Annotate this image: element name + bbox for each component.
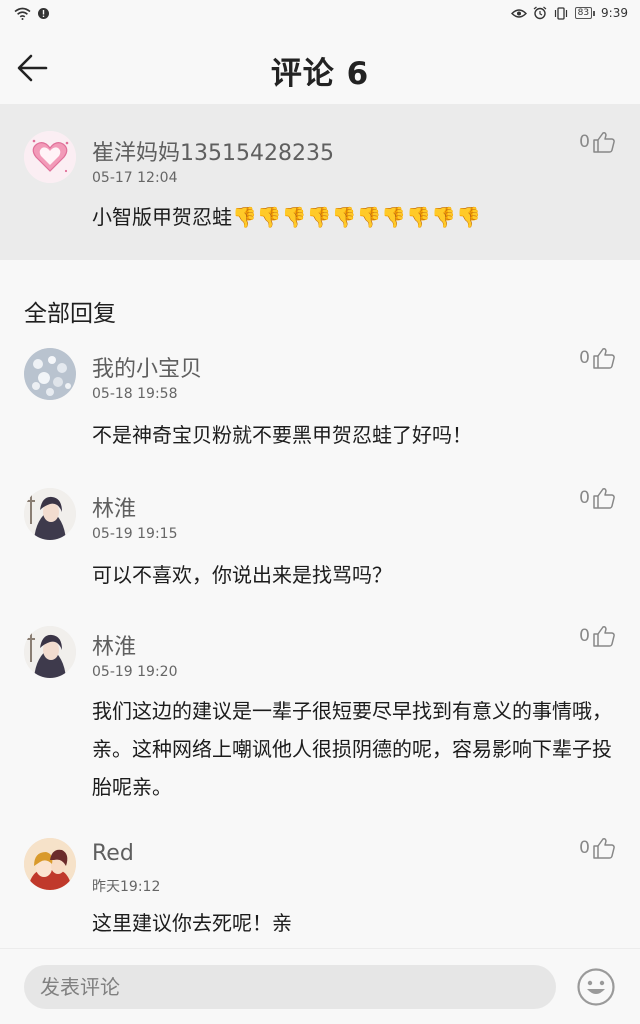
battery-tip (593, 10, 596, 16)
like-button[interactable]: 0 (579, 130, 616, 154)
status-time: 9:39 (601, 6, 628, 20)
reply-text: 我们这边的建议是一辈子很短要尽早找到有意义的事情哦，亲。这种网络上嘲讽他人很损阴… (92, 699, 612, 799)
reply-item: 我的小宝贝 05-18 19:58 不是神奇宝贝粉就不要黑甲贺忍蛙了好吗！ 0 (0, 346, 640, 466)
emoji-button[interactable] (576, 967, 616, 1007)
battery-level: 83 (574, 7, 593, 19)
wifi-icon (14, 7, 31, 20)
reply-author[interactable]: Red (92, 841, 134, 866)
anime-avatar-image (24, 838, 76, 890)
reply-item: 林淮 05-19 19:15 可以不喜欢，你说出来是找骂吗？ 0 (0, 486, 640, 606)
reply-text: 可以不喜欢，你说出来是找骂吗？ (92, 563, 392, 587)
thumbs-up-icon (593, 838, 615, 859)
avatar[interactable] (24, 626, 76, 678)
avatar[interactable] (24, 348, 76, 400)
reply-time: 05-19 19:20 (92, 664, 178, 680)
reply-text: 不是神奇宝贝粉就不要黑甲贺忍蛙了好吗！ (92, 423, 472, 447)
character-avatar-image (24, 626, 76, 678)
vibrate-icon (554, 6, 567, 20)
flower-avatar-image (24, 348, 76, 400)
reply-time: 05-18 19:58 (92, 386, 178, 402)
battery-indicator: 83 (574, 7, 596, 19)
reply-time: 昨天19:12 (92, 879, 161, 895)
thumbs-up-icon (593, 132, 615, 153)
like-count: 0 (579, 348, 590, 368)
page-title: 评论 6 (270, 56, 370, 92)
thumbs-up-icon (593, 626, 615, 647)
reply-author[interactable]: 林淮 (92, 629, 136, 661)
thumbs-up-icon (593, 348, 615, 369)
reply-author[interactable]: 我的小宝贝 (92, 351, 202, 383)
comment-time: 05-17 12:04 (92, 170, 178, 186)
like-button[interactable]: 0 (579, 486, 616, 510)
comment-body: 小智版甲贺忍蛙 (92, 205, 232, 229)
avatar[interactable] (24, 488, 76, 540)
status-bar: 83 9:39 (0, 0, 640, 26)
reply-time: 05-19 19:15 (92, 526, 178, 542)
thumbs-down-emojis: 👎👎👎👎👎👎👎👎👎👎 (232, 205, 482, 229)
like-button[interactable]: 0 (579, 836, 616, 860)
like-button[interactable]: 0 (579, 624, 616, 648)
avatar[interactable] (24, 131, 76, 183)
eye-icon (510, 8, 527, 18)
alarm-icon (533, 6, 546, 20)
reply-item: 林淮 05-19 19:20 我们这边的建议是一辈子很短要尽早找到有意义的事情哦… (0, 624, 640, 824)
like-count: 0 (579, 838, 590, 858)
like-button[interactable]: 0 (579, 346, 616, 370)
comment-text: 小智版甲贺忍蛙👎👎👎👎👎👎👎👎👎👎 (92, 198, 481, 236)
character-avatar-image (24, 488, 76, 540)
original-comment: 崔洋妈妈13515428235 05-17 12:04 小智版甲贺忍蛙👎👎👎👎👎… (0, 104, 640, 260)
reply-item: Red 昨天19:12 这里建议你去死呢！亲 0 (0, 836, 640, 948)
status-right: 83 9:39 (510, 6, 628, 20)
reply-text: 这里建议你去死呢！亲 (92, 911, 292, 935)
notification-icon (38, 7, 49, 19)
comment-input[interactable] (24, 965, 556, 1009)
like-count: 0 (579, 132, 590, 152)
heart-avatar-image (24, 131, 76, 183)
comment-bar (0, 948, 640, 1024)
thumbs-up-icon (593, 488, 615, 509)
status-left (14, 7, 50, 20)
smiley-icon (577, 968, 615, 1006)
reply-author[interactable]: 林淮 (92, 491, 136, 523)
avatar[interactable] (24, 838, 76, 890)
app-header: 评论 6 (0, 26, 640, 104)
like-count: 0 (579, 488, 590, 508)
comment-author[interactable]: 崔洋妈妈13515428235 (92, 135, 334, 167)
all-replies-heading: 全部回复 (24, 301, 116, 327)
like-count: 0 (579, 626, 590, 646)
